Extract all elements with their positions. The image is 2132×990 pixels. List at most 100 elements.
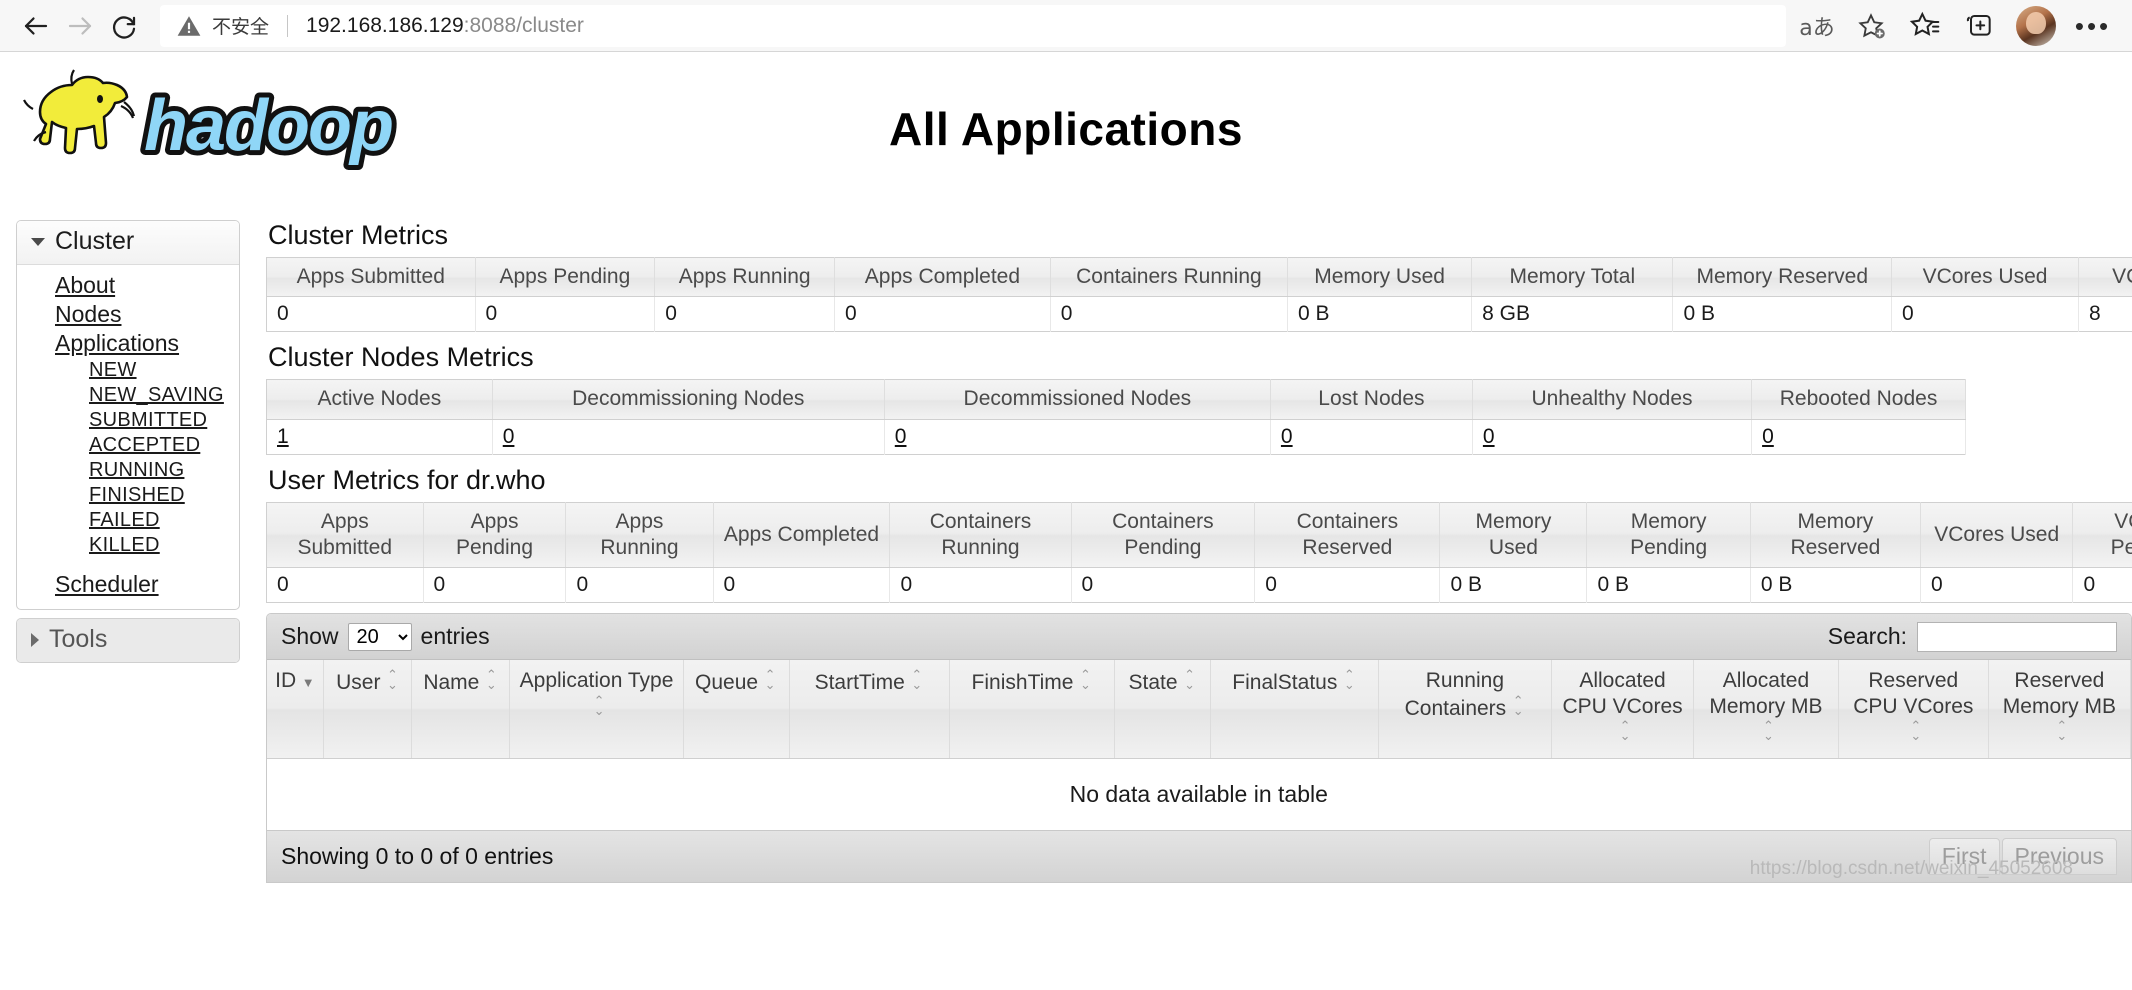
col-apps-completed: Apps Completed bbox=[834, 257, 1051, 298]
applications-table: ID User Name Application Type Queue Star… bbox=[267, 660, 2131, 830]
col-reserved-memory-mb[interactable]: Reserved Memory MB bbox=[1988, 660, 2131, 759]
sort-both-icon bbox=[2055, 719, 2069, 742]
val-lost-nodes[interactable]: 0 bbox=[1270, 419, 1473, 454]
forward-button[interactable] bbox=[58, 4, 102, 48]
col-user-memory-reserved: Memory Reserved bbox=[1750, 502, 1921, 568]
col-finalstatus[interactable]: FinalStatus bbox=[1210, 660, 1379, 759]
col-user-apps-completed: Apps Completed bbox=[713, 502, 891, 568]
applications-datatable-panel: Show 20 50 100 entries Search: bbox=[266, 613, 2132, 831]
sidebar-item-new-saving[interactable]: NEW_SAVING bbox=[89, 383, 224, 408]
pagination-first-button[interactable]: First bbox=[1928, 837, 2000, 875]
sidebar-item-submitted[interactable]: SUBMITTED bbox=[89, 408, 207, 433]
sidebar-tools-title: Tools bbox=[49, 625, 108, 653]
col-vcores-used: VCores Used bbox=[1891, 257, 2079, 298]
col-decommissioning-nodes: Decommissioning Nodes bbox=[492, 379, 885, 420]
read-aloud-button[interactable]: aあ bbox=[1792, 4, 1842, 48]
val-rebooted-nodes[interactable]: 0 bbox=[1751, 419, 1966, 454]
sidebar-item-killed[interactable]: KILLED bbox=[89, 533, 160, 558]
val-apps-submitted: 0 bbox=[266, 296, 476, 332]
active-nodes-link[interactable]: 1 bbox=[277, 425, 289, 448]
browser-settings-button[interactable]: ••• bbox=[2068, 4, 2118, 48]
rebooted-nodes-link[interactable]: 0 bbox=[1762, 425, 1774, 448]
val-user-apps-completed: 0 bbox=[713, 567, 891, 603]
table-row: 1 0 0 0 0 0 bbox=[266, 419, 1966, 454]
cluster-metrics-title: Cluster Metrics bbox=[268, 220, 449, 250]
sidebar-item-scheduler[interactable]: Scheduler bbox=[55, 570, 159, 599]
sidebar-item-accepted[interactable]: ACCEPTED bbox=[89, 433, 200, 458]
sidebar-tools-header[interactable]: Tools bbox=[17, 619, 239, 662]
val-apps-completed: 0 bbox=[834, 296, 1051, 332]
col-finishtime[interactable]: FinishTime bbox=[949, 660, 1116, 759]
val-vcores-used: 0 bbox=[1891, 296, 2079, 332]
sort-both-icon bbox=[910, 668, 924, 691]
val-user-apps-submitted: 0 bbox=[266, 567, 424, 603]
search-input[interactable] bbox=[1917, 621, 2117, 652]
col-user[interactable]: User bbox=[323, 660, 413, 759]
col-name[interactable]: Name bbox=[411, 660, 511, 759]
sidebar-item-nodes[interactable]: Nodes bbox=[55, 300, 121, 329]
col-id[interactable]: ID bbox=[267, 660, 325, 759]
decommissioning-nodes-link[interactable]: 0 bbox=[503, 425, 515, 448]
entries-length-select[interactable]: 20 50 100 bbox=[347, 622, 412, 651]
entries-length-control: Show 20 50 100 entries bbox=[281, 622, 490, 651]
val-vcores-total: 8 bbox=[2078, 296, 2132, 332]
val-decommissioning-nodes[interactable]: 0 bbox=[492, 419, 885, 454]
main-content: Cluster Metrics Apps Submitted Apps Pend… bbox=[266, 220, 2132, 990]
col-decommissioned-nodes: Decommissioned Nodes bbox=[884, 379, 1271, 420]
pagination-controls: First Previous bbox=[1928, 837, 2117, 875]
col-application-type[interactable]: Application Type bbox=[509, 660, 684, 759]
sidebar-item-about[interactable]: About bbox=[55, 271, 115, 300]
applications-table-body: No data available in table bbox=[267, 758, 2131, 830]
sidebar-cluster-header[interactable]: Cluster bbox=[17, 221, 239, 265]
sidebar-section-cluster: Cluster About Nodes Applications NEW NEW… bbox=[16, 220, 240, 610]
val-memory-reserved: 0 B bbox=[1672, 296, 1893, 332]
col-reserved-cpu-vcores[interactable]: Reserved CPU VCores bbox=[1838, 660, 1989, 759]
cluster-metrics-table: Apps Submitted Apps Pending Apps Running… bbox=[266, 257, 2132, 333]
col-state[interactable]: State bbox=[1114, 660, 1211, 759]
favorites-button[interactable] bbox=[1900, 4, 1950, 48]
val-user-containers-pending: 0 bbox=[1071, 567, 1256, 603]
sidebar-item-running[interactable]: RUNNING bbox=[89, 458, 184, 483]
cluster-nodes-metrics-title: Cluster Nodes Metrics bbox=[268, 342, 534, 373]
collections-icon bbox=[1966, 14, 1991, 36]
val-containers-running: 0 bbox=[1050, 296, 1289, 332]
sidebar-item-applications[interactable]: Applications bbox=[55, 329, 179, 358]
col-user-vcores-pending: VCores Pending bbox=[2072, 502, 2132, 568]
sidebar-item-failed[interactable]: FAILED bbox=[89, 508, 160, 533]
cluster-metrics-header-row: Apps Submitted Apps Pending Apps Running… bbox=[266, 257, 2132, 298]
back-button[interactable] bbox=[14, 4, 58, 48]
favorites-star-icon bbox=[1909, 11, 1940, 36]
address-divider bbox=[287, 14, 289, 37]
lost-nodes-link[interactable]: 0 bbox=[1281, 425, 1293, 448]
val-unhealthy-nodes[interactable]: 0 bbox=[1472, 419, 1753, 454]
col-queue[interactable]: Queue bbox=[683, 660, 790, 759]
col-user-vcores-used: VCores Used bbox=[1920, 502, 2074, 568]
url-text: 192.168.186.129:8088/cluster bbox=[306, 14, 584, 38]
sidebar-item-finished[interactable]: FINISHED bbox=[89, 483, 185, 508]
col-allocated-memory-mb[interactable]: Allocated Memory MB bbox=[1693, 660, 1839, 759]
unhealthy-nodes-link[interactable]: 0 bbox=[1483, 425, 1495, 448]
col-starttime[interactable]: StartTime bbox=[789, 660, 950, 759]
pagination-previous-button[interactable]: Previous bbox=[2001, 837, 2117, 875]
url-path: :8088/cluster bbox=[463, 13, 584, 37]
not-secure-label: 不安全 bbox=[212, 16, 270, 38]
chevron-down-icon bbox=[31, 237, 45, 246]
col-allocated-cpu-vcores[interactable]: Allocated CPU VCores bbox=[1551, 660, 1695, 759]
collections-button[interactable] bbox=[1954, 4, 2004, 48]
col-user-containers-pending: Containers Pending bbox=[1071, 502, 1256, 568]
profile-avatar[interactable] bbox=[2016, 5, 2056, 46]
decommissioned-nodes-link[interactable]: 0 bbox=[895, 425, 907, 448]
sidebar-cluster-list: About Nodes Applications NEW NEW_SAVING … bbox=[17, 265, 239, 609]
val-active-nodes[interactable]: 1 bbox=[266, 419, 493, 454]
val-decommissioned-nodes[interactable]: 0 bbox=[884, 419, 1271, 454]
back-arrow-icon bbox=[24, 16, 48, 35]
val-user-containers-running: 0 bbox=[889, 567, 1072, 603]
col-running-containers[interactable]: Running Containers bbox=[1378, 660, 1552, 759]
sidebar: Cluster About Nodes Applications NEW NEW… bbox=[16, 220, 240, 671]
star-plus-icon bbox=[1858, 12, 1885, 38]
sidebar-item-new[interactable]: NEW bbox=[89, 358, 137, 383]
add-to-favorites-button[interactable] bbox=[1846, 4, 1896, 48]
search-control: Search: bbox=[1828, 621, 2117, 652]
address-bar[interactable]: 不安全 192.168.186.129:8088/cluster bbox=[160, 4, 1786, 47]
reload-button[interactable] bbox=[102, 4, 146, 48]
